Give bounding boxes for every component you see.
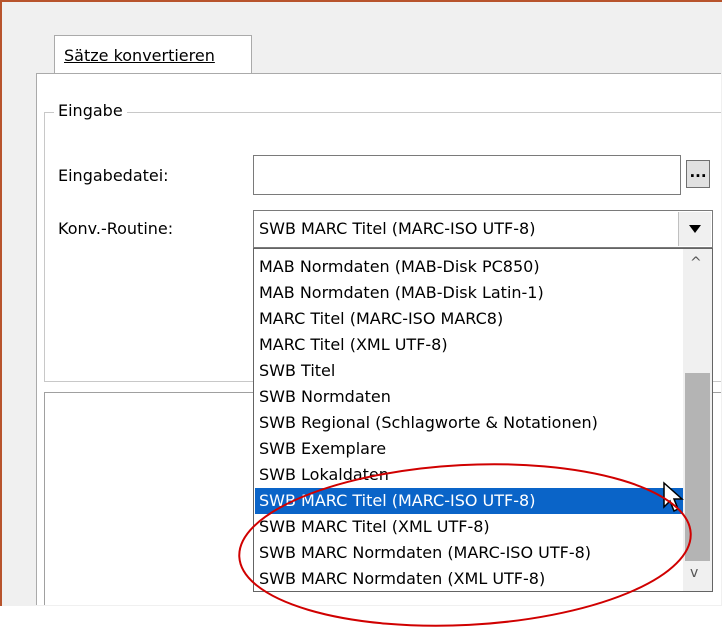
input-file-field[interactable] (253, 155, 681, 195)
dropdown-option[interactable]: SWB Titel (255, 358, 683, 384)
dropdown-option[interactable]: SWB Exemplare (255, 436, 683, 462)
scroll-down-icon[interactable]: v (690, 565, 698, 581)
combo-dropdown-button[interactable] (678, 212, 711, 246)
dropdown-option[interactable]: SWB MARC Normdaten (MARC-ISO UTF-8) (255, 540, 683, 566)
routine-label: Konv.-Routine: (58, 219, 174, 238)
scroll-thumb[interactable] (685, 373, 710, 561)
dropdown-option[interactable]: SWB Normdaten (255, 384, 683, 410)
scroll-up-icon[interactable]: ^ (690, 255, 702, 271)
dropdown-option[interactable]: MARC Titel (XML UTF-8) (255, 332, 683, 358)
dropdown-option[interactable]: SWB Lokaldaten (255, 462, 683, 488)
mouse-pointer-icon (663, 481, 684, 513)
dropdown-option[interactable]: MAB Normdaten (MAB-Disk PC850) (255, 254, 683, 280)
dropdown-option[interactable]: SWB MARC Titel (XML UTF-8) (255, 514, 683, 540)
browse-button[interactable]: ... (686, 160, 710, 188)
dropdown-option[interactable]: MAB Normdaten (MAB-Disk Latin-1) (255, 280, 683, 306)
dropdown-option[interactable]: SWB MARC Titel (MARC-ISO UTF-8) (255, 488, 683, 514)
tab-label: Sätze konvertieren (64, 46, 215, 65)
input-file-label: Eingabedatei: (58, 166, 169, 185)
tab-saetze-konvertieren[interactable]: Sätze konvertieren (54, 35, 252, 74)
chevron-down-icon (689, 225, 701, 233)
dropdown-option[interactable]: SWB Regional (Schlagworte & Notationen) (255, 410, 683, 436)
dropdown-option[interactable]: MARC Titel (MARC-ISO MARC8) (255, 306, 683, 332)
dropdown-option[interactable]: SWB MARC Normdaten (XML UTF-8) (255, 566, 683, 591)
routine-dropdown-list[interactable]: MAB Normdaten (MAB-Disk PC850) MAB Normda… (253, 248, 713, 592)
ellipsis-icon: ... (689, 163, 707, 181)
combo-selected-value: SWB MARC Titel (MARC-ISO UTF-8) (259, 219, 536, 238)
groupbox-title: Eingabe (54, 101, 127, 120)
dropdown-scrollbar[interactable]: ^ v (683, 249, 712, 591)
routine-combobox[interactable]: SWB MARC Titel (MARC-ISO UTF-8) (253, 210, 713, 248)
